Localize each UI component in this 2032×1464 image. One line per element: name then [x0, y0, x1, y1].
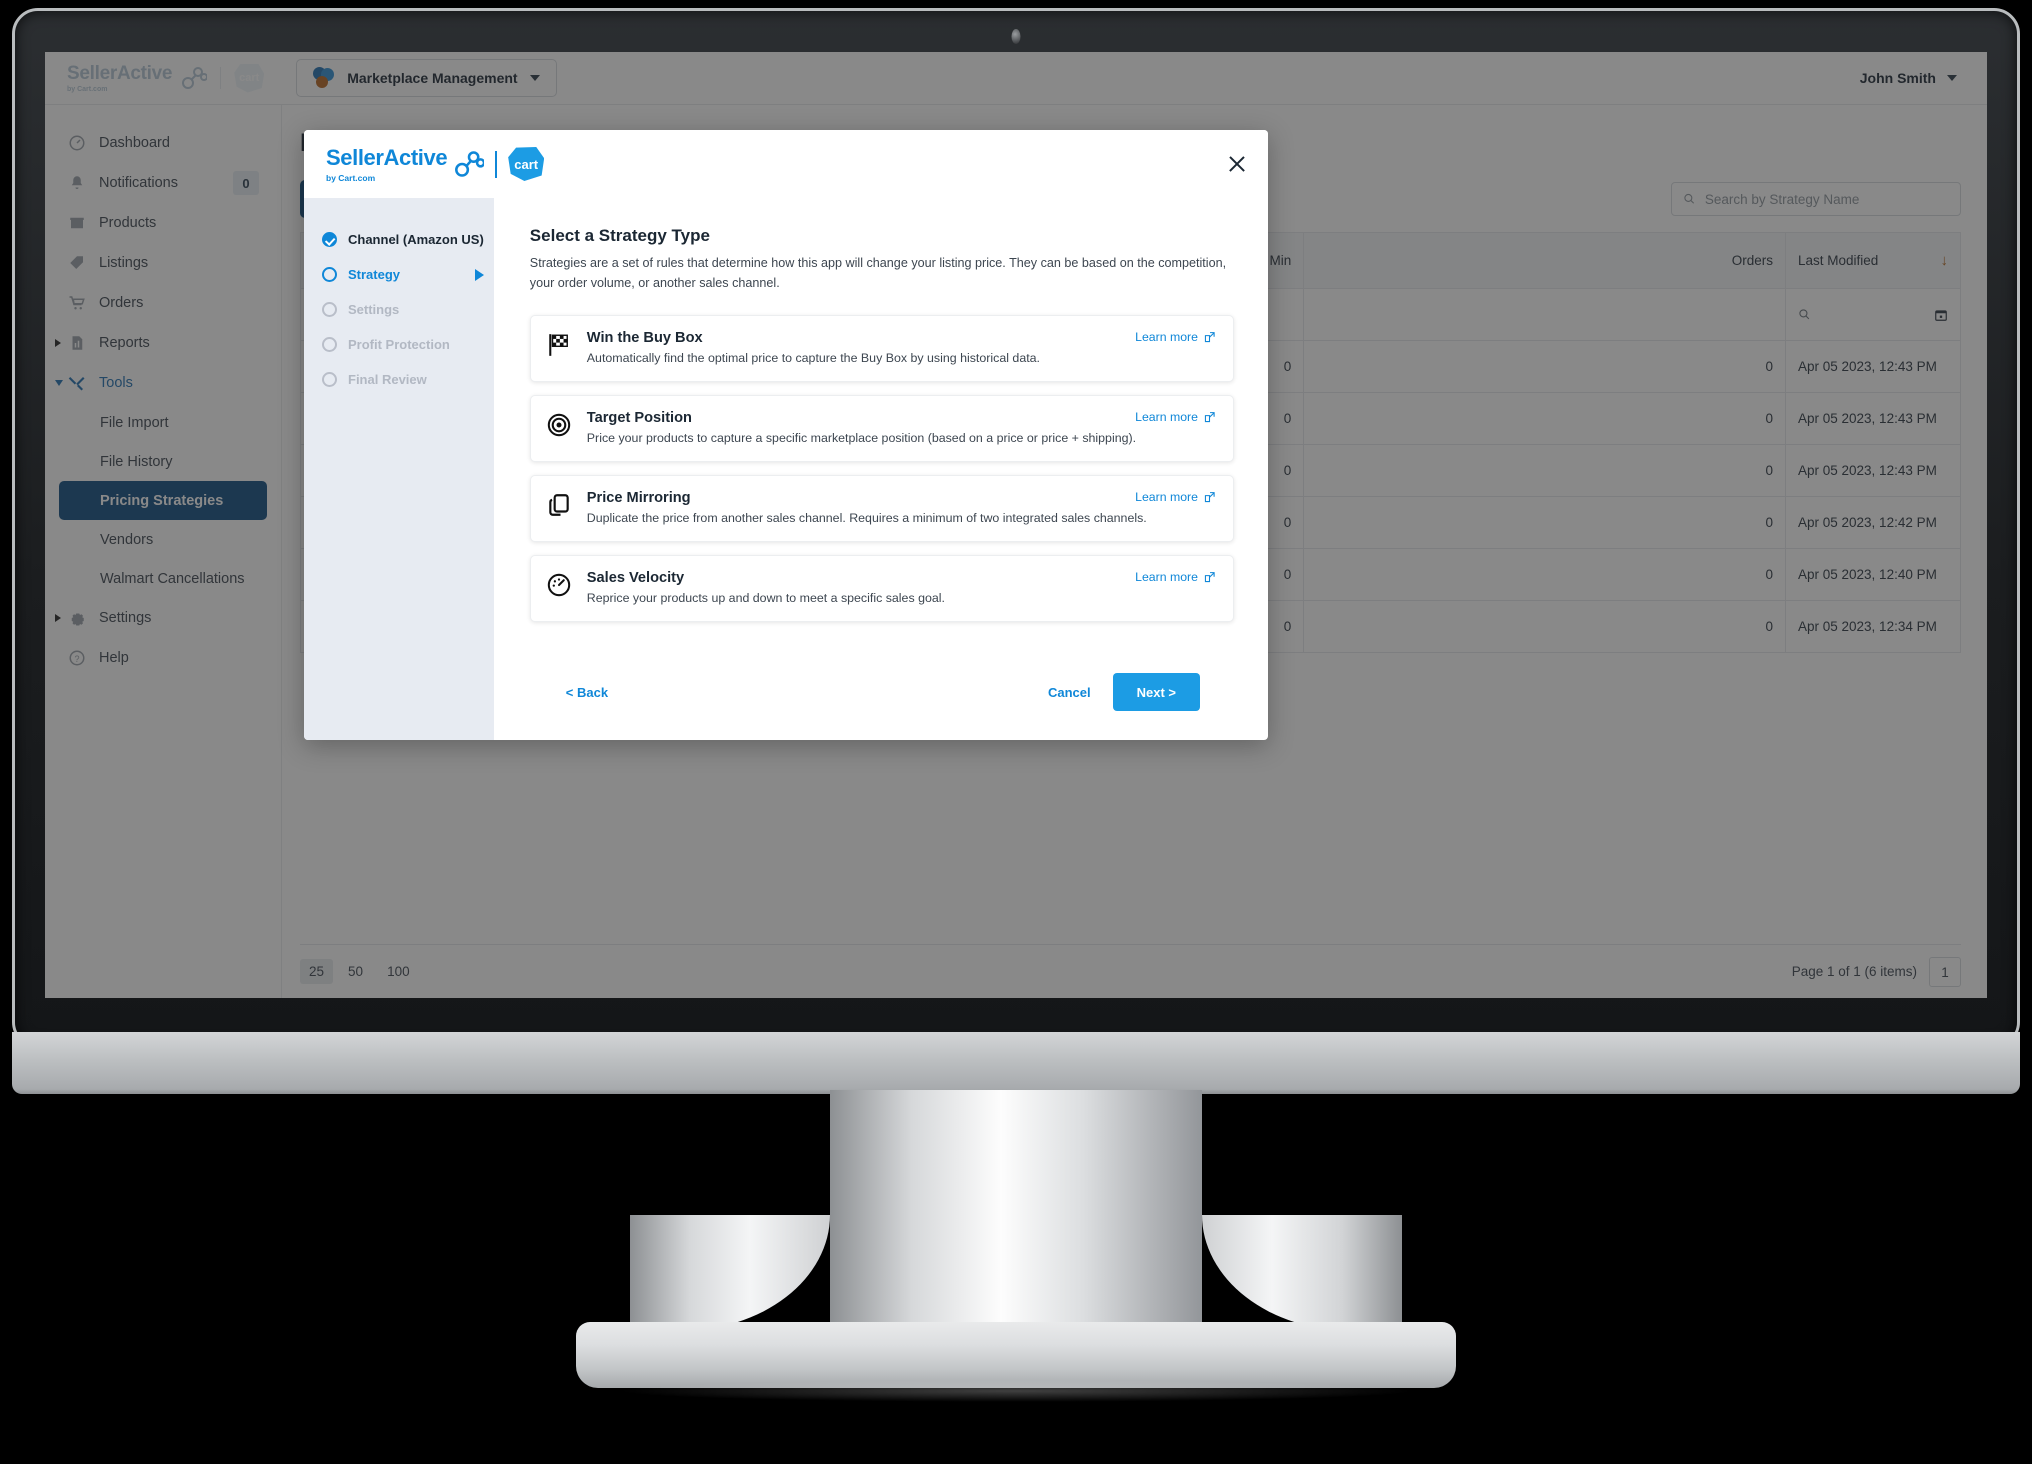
wizard-step-settings: Settings [304, 292, 494, 327]
copy-icon [549, 494, 569, 516]
card-title: Target Position [586, 410, 692, 427]
target-icon [546, 410, 573, 445]
modal-logo-text: SellerActive [326, 145, 448, 170]
strategy-card-price-mirroring[interactable]: Price Mirroring Learn more Duplicate the p… [529, 475, 1234, 543]
footer-actions: Cancel Next > [1048, 673, 1200, 711]
speedometer-icon [546, 570, 573, 605]
pane-description: Strategies are a set of rules that deter… [529, 256, 1227, 290]
learn-more-link[interactable]: Learn more [1135, 570, 1216, 584]
card-description: Reprice your products up and down to mee… [586, 591, 945, 606]
step-circle-icon [322, 267, 337, 282]
wizard-step-label: Final Review [348, 372, 427, 387]
learn-more-label: Learn more [1135, 330, 1198, 345]
card-top-row: Win the Buy Box Learn more [587, 330, 1216, 346]
cart-badge-icon: cart [508, 147, 545, 181]
monitor-base-highlight [616, 1380, 1416, 1402]
monitor-chin [12, 1032, 2020, 1094]
external-link-icon [1204, 331, 1215, 342]
speedometer-icon [547, 573, 571, 597]
strategy-card-sales-velocity[interactable]: Sales Velocity Learn more Reprice your pro… [529, 555, 1234, 623]
next-button[interactable]: Next > [1112, 673, 1200, 711]
wizard-step-label: Profit Protection [348, 337, 450, 352]
learn-more-label: Learn more [1135, 410, 1198, 425]
back-button[interactable]: < Back [566, 685, 608, 700]
modal-footer: < Back Cancel Next > [530, 644, 1234, 740]
card-content: Win the Buy Box Learn more Automatically f… [587, 330, 1216, 365]
modal-header: SellerActive by Cart.com cart [304, 130, 1268, 198]
learn-more-link[interactable]: Learn more [1135, 330, 1216, 344]
step-circle-icon [322, 372, 337, 387]
wizard-step-channel[interactable]: Channel (Amazon US) [304, 222, 494, 257]
card-description: Duplicate the price from another sales c… [586, 511, 1147, 526]
card-title: Price Mirroring [586, 490, 691, 507]
card-description: Automatically find the optimal price to … [586, 351, 1040, 366]
strategy-wizard-modal: SellerActive by Cart.com cart Channel (A… [304, 130, 1268, 740]
wizard-step-label: Channel (Amazon US) [348, 232, 484, 247]
wizard-stepper: Channel (Amazon US) Strategy Settings Pr… [304, 198, 494, 740]
screen: SellerActive by Cart.com cart [45, 52, 1987, 998]
wizard-step-label: Strategy [348, 267, 401, 282]
strategy-card-target-position[interactable]: Target Position Learn more Price your prod… [529, 395, 1234, 463]
strategy-type-list: Win the Buy Box Learn more Automatically f… [529, 315, 1234, 623]
checkered-flag-icon [546, 330, 573, 365]
wizard-step-strategy[interactable]: Strategy [304, 257, 494, 292]
card-title: Win the Buy Box [586, 330, 703, 347]
card-content: Price Mirroring Learn more Duplicate the p… [587, 490, 1216, 525]
wizard-step-final-review: Final Review [304, 362, 494, 397]
modal-body: Channel (Amazon US) Strategy Settings Pr… [304, 198, 1268, 740]
selleractive-mark-icon [455, 151, 485, 177]
monitor-base [576, 1322, 1456, 1388]
modal-logo-subtitle: by Cart.com [326, 173, 376, 183]
learn-more-label: Learn more [1135, 490, 1198, 505]
wizard-pane: Select a Strategy Type Strategies are a … [494, 198, 1268, 740]
card-title: Sales Velocity [586, 570, 685, 587]
strategy-card-win-the-buy-box[interactable]: Win the Buy Box Learn more Automatically f… [529, 315, 1234, 383]
card-description: Price your products to capture a specifi… [586, 431, 1137, 446]
wizard-step-label: Settings [348, 302, 400, 317]
copy-icon [546, 490, 573, 525]
card-top-row: Target Position Learn more [587, 410, 1216, 426]
close-icon[interactable] [1224, 151, 1250, 177]
learn-more-link[interactable]: Learn more [1135, 410, 1216, 424]
webcam-icon [1011, 29, 1021, 44]
learn-more-link[interactable]: Learn more [1135, 490, 1216, 504]
checkered-flag-icon [549, 334, 568, 356]
step-circle-icon [322, 302, 337, 317]
step-check-icon [322, 232, 337, 247]
wizard-step-profit-protection: Profit Protection [304, 327, 494, 362]
pane-title: Select a Strategy Type [529, 226, 710, 245]
monitor-frame: SellerActive by Cart.com cart [0, 0, 2032, 1464]
card-content: Target Position Learn more Price your prod… [587, 410, 1216, 445]
step-circle-icon [322, 337, 337, 352]
card-top-row: Sales Velocity Learn more [587, 570, 1216, 586]
card-top-row: Price Mirroring Learn more [587, 490, 1216, 506]
learn-more-label: Learn more [1135, 570, 1198, 585]
cancel-button[interactable]: Cancel [1048, 685, 1091, 700]
monitor-neck [710, 1090, 1322, 1328]
target-icon [547, 413, 571, 437]
modal-logo-divider [495, 150, 498, 178]
external-link-icon [1204, 411, 1215, 422]
card-content: Sales Velocity Learn more Reprice your pro… [587, 570, 1216, 605]
external-link-icon [1204, 571, 1215, 582]
external-link-icon [1204, 491, 1215, 502]
app-window: SellerActive by Cart.com cart [45, 52, 1987, 998]
current-step-arrow-icon [474, 268, 484, 281]
